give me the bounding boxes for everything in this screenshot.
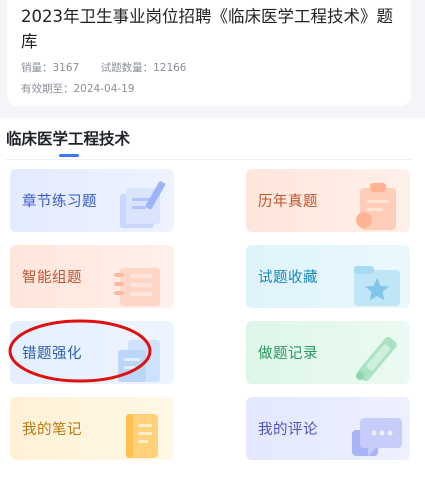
valid-until: 有效期至：2024-04-19 — [21, 83, 135, 95]
smart-quiz-label: 智能组题 — [22, 270, 82, 286]
my-notes-button[interactable]: 我的笔记 — [10, 397, 174, 460]
my-notes-label: 我的笔记 — [22, 422, 82, 438]
section-title: 临床医学工程技术 — [6, 130, 131, 148]
question-count: 试题数量：12166 — [100, 62, 187, 74]
smart-quiz-button[interactable]: 智能组题 — [10, 245, 174, 308]
product-title: 2023年卫生事业岗位招聘《临床医学工程技术》题库 — [21, 7, 393, 51]
past-exams-label: 历年真题 — [258, 194, 318, 210]
favorites-button[interactable]: 试题收藏 — [246, 245, 410, 308]
section-divider — [6, 159, 411, 160]
product-stats: 销量：3167 试题数量：12166 — [21, 60, 186, 75]
list-sheet-icon — [114, 268, 160, 306]
annotation-circle — [8, 319, 152, 383]
comment-icon — [352, 418, 402, 456]
chapter-practice-label: 章节练习题 — [22, 194, 97, 210]
clipboard-icon — [356, 183, 396, 230]
practice-history-button[interactable]: 做题记录 — [246, 321, 410, 384]
sales-count: 销量：3167 — [21, 62, 80, 74]
my-comments-button[interactable]: 我的评论 — [246, 397, 410, 460]
notebook-icon — [126, 414, 158, 458]
book-pen-icon — [120, 181, 166, 228]
past-exams-button[interactable]: 历年真题 — [246, 169, 410, 232]
star-folder-icon — [354, 266, 400, 306]
favorites-label: 试题收藏 — [258, 270, 318, 286]
pencil-icon — [356, 336, 397, 382]
chapter-practice-button[interactable]: 章节练习题 — [10, 169, 174, 232]
practice-history-label: 做题记录 — [258, 346, 318, 362]
section-underline — [59, 154, 79, 157]
my-comments-label: 我的评论 — [258, 422, 318, 438]
product-card: 2023年卫生事业岗位招聘《临床医学工程技术》题库 销量：3167 试题数量：1… — [7, 0, 411, 106]
